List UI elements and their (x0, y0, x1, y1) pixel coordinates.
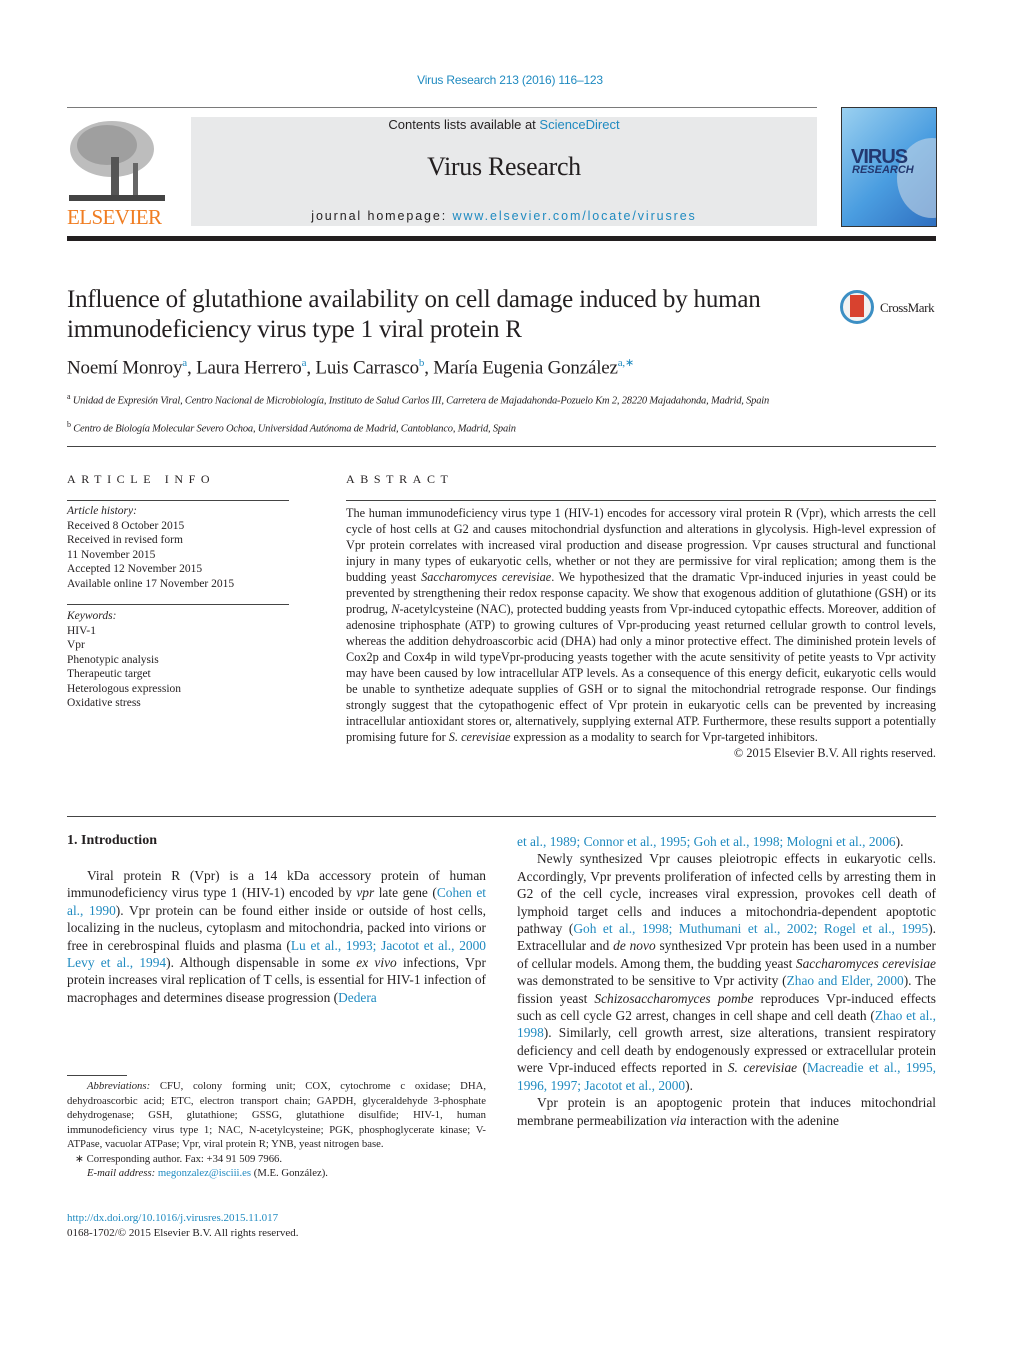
article-info-heading: ARTICLE INFO (67, 472, 216, 486)
introduction-heading: 1. Introduction (67, 833, 157, 848)
abbreviations-label: Abbreviations: (87, 1080, 151, 1092)
italic-text: de novo (613, 938, 656, 954)
italic-text: S. cerevisiae (727, 1060, 798, 1076)
abstract-italic: Saccharomyces cerevisiae (421, 570, 552, 584)
body-text: ). Although dispensable in some (166, 955, 357, 971)
reference-link[interactable]: Goh et al., 1998; Muthumani et al., 2002… (573, 921, 928, 936)
italic-text: via (670, 1112, 687, 1128)
contents-line: Contents lists available at ScienceDirec… (191, 117, 817, 132)
abstract-text: -acetylcysteine (NAC), protected budding… (346, 602, 936, 744)
section-divider (67, 446, 936, 447)
keyword: Heterologous expression (67, 682, 182, 695)
footnotes: Abbreviations: CFU, colony forming unit;… (67, 1079, 486, 1181)
tree-icon (67, 117, 167, 205)
history-item: Received in revised form (67, 534, 183, 546)
reference-link[interactable]: et al., 1989; Connor et al., 1995; Goh e… (517, 834, 896, 849)
intro-paragraph: Newly synthesized Vpr causes pleiotropic… (517, 850, 936, 1094)
section-divider (67, 816, 936, 817)
article-title: Influence of glutathione availability on… (67, 286, 761, 343)
header-thick-rule (67, 236, 936, 241)
keyword: Oxidative stress (67, 697, 141, 709)
keyword: HIV-1 (67, 624, 96, 637)
intro-right-column: et al., 1989; Connor et al., 1995; Goh e… (517, 833, 936, 1129)
email-link[interactable]: megonzalez@isciii.es (158, 1167, 251, 1179)
email-label: E-mail address: (87, 1167, 158, 1179)
journal-title: Virus Research (427, 152, 581, 181)
keywords-label: Keywords: (67, 610, 117, 622)
affiliation-b: b Centro de Biología Molecular Severo Oc… (67, 418, 827, 437)
body-text: interaction with the adenine (686, 1112, 839, 1128)
intro-paragraph-continued: et al., 1989; Connor et al., 1995; Goh e… (517, 833, 936, 850)
contents-prefix: Contents lists available at (388, 117, 540, 132)
author-name[interactable]: María Eugenia González (433, 357, 618, 378)
abstract-heading: ABSTRACT (346, 472, 454, 486)
history-item: Accepted 12 November 2015 (67, 563, 203, 575)
crossmark-label: CrossMark (880, 300, 935, 315)
abstract-text: expression as a modality to search for V… (510, 730, 818, 744)
crossmark-ribbon-icon (850, 295, 864, 317)
keywords-list: Keywords: HIV-1 Vpr Phenotypic analysis … (67, 609, 181, 711)
history-item: 11 November 2015 (67, 548, 156, 561)
article-info-rule (67, 500, 289, 501)
body-text: late gene ( (374, 885, 437, 901)
keyword: Therapeutic target (67, 668, 151, 680)
italic-text: ex vivo (356, 955, 397, 971)
reference-link[interactable]: Dedera (338, 990, 377, 1005)
abbreviations-footnote: Abbreviations: CFU, colony forming unit;… (67, 1079, 486, 1152)
abstract-rule (346, 500, 936, 501)
affiliation-mark[interactable]: a (182, 357, 187, 369)
body-text: ( (797, 1060, 808, 1076)
keyword: Phenotypic analysis (67, 653, 159, 666)
email-footnote: E-mail address: megonzalez@isciii.es (M.… (67, 1166, 486, 1181)
author-name[interactable]: Laura Herrero (196, 357, 302, 378)
header-top-rule (67, 107, 817, 108)
body-text: was demonstrated to be sensitive to Vpr … (517, 973, 787, 989)
doi-block: http://dx.doi.org/10.1016/j.virusres.201… (67, 1211, 299, 1241)
abstract-copyright: © 2015 Elsevier B.V. All rights reserved… (733, 746, 936, 760)
affiliation-label: a (67, 392, 71, 401)
homepage-link[interactable]: www.elsevier.com/locate/virusres (453, 209, 697, 223)
journal-cover-image[interactable]: VIRUS RESEARCH (841, 107, 937, 227)
author-list: Noemí Monroya, Laura Herreroa, Luis Carr… (67, 357, 634, 379)
keyword: Vpr (67, 639, 85, 651)
affiliation-mark[interactable]: a,∗ (618, 357, 634, 369)
journal-citation-link[interactable]: Virus Research 213 (2016) 116–123 (0, 73, 1020, 87)
history-label: Article history: (67, 505, 137, 517)
affiliation-a: a Unidad de Expresión Viral, Centro Naci… (67, 390, 827, 409)
article-history: Article history: Received 8 October 2015… (67, 504, 234, 591)
intro-paragraph: Vpr protein is an apoptogenic protein th… (517, 1094, 936, 1129)
intro-paragraph: Viral protein R (Vpr) is a 14 kDa access… (67, 867, 486, 1006)
cover-title-research: RESEARCH (852, 164, 914, 176)
intro-left-column: Viral protein R (Vpr) is a 14 kDa access… (67, 867, 486, 1006)
keywords-rule (67, 604, 289, 605)
issn-copyright: 0168-1702/© 2015 Elsevier B.V. All right… (67, 1227, 299, 1239)
body-text: ). (895, 834, 904, 849)
sciencedirect-link[interactable]: ScienceDirect (539, 117, 619, 132)
reference-link[interactable]: Zhao and Elder, 2000 (787, 973, 904, 988)
affiliation-label: b (67, 420, 71, 429)
history-item: Available online 17 November 2015 (67, 577, 235, 590)
journal-homepage: journal homepage: www.elsevier.com/locat… (191, 209, 817, 223)
affiliation-text: Centro de Biología Molecular Severo Ocho… (73, 423, 516, 435)
abstract-body: The human immunodeficiency virus type 1 … (346, 505, 936, 761)
affiliation-mark[interactable]: b (419, 357, 425, 369)
abstract-italic: S. cerevisiae (448, 730, 511, 744)
affiliation-mark[interactable]: a (302, 357, 307, 369)
homepage-prefix: journal homepage: (311, 209, 453, 223)
footnote-rule (67, 1075, 127, 1076)
author-name[interactable]: Noemí Monroy (67, 357, 182, 378)
italic-text: Schizosaccharomyces pombe (594, 990, 754, 1006)
doi-link[interactable]: http://dx.doi.org/10.1016/j.virusres.201… (67, 1211, 299, 1226)
history-item: Received 8 October 2015 (67, 519, 185, 532)
author-name[interactable]: Luis Carrasco (315, 357, 419, 378)
body-text: ). (685, 1077, 693, 1093)
italic-text: vpr (356, 885, 375, 901)
corresponding-author: ∗ Corresponding author. Fax: +34 91 509 … (75, 1152, 283, 1165)
elsevier-wordmark: ELSEVIER (67, 205, 162, 229)
crossmark-button[interactable]: CrossMark (840, 290, 940, 330)
email-suffix: (M.E. González). (251, 1167, 328, 1179)
affiliation-text: Unidad de Expresión Viral, Centro Nacion… (72, 395, 770, 407)
italic-text: Saccharomyces cerevisiae (795, 955, 936, 971)
